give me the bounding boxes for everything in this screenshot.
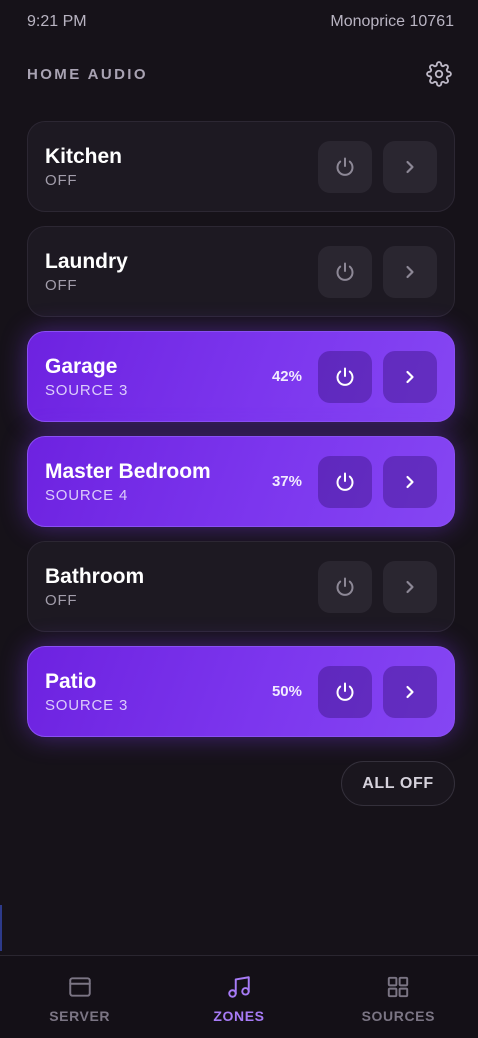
zone-status: OFF bbox=[45, 172, 78, 189]
chevron-right-icon bbox=[406, 265, 414, 278]
chevron-right-icon bbox=[406, 685, 414, 698]
power-icon bbox=[336, 367, 354, 386]
zone-name: Kitchen bbox=[45, 145, 123, 168]
zone-details-button[interactable] bbox=[383, 350, 437, 403]
zone-card-bathroom[interactable]: Bathroom OFF bbox=[27, 541, 455, 632]
power-icon bbox=[336, 157, 354, 176]
nav-label-zones: ZONES bbox=[213, 1008, 265, 1024]
zone-details-button[interactable] bbox=[383, 245, 437, 298]
power-button[interactable] bbox=[318, 560, 372, 613]
zone-details-button[interactable] bbox=[383, 665, 437, 718]
chevron-right-icon bbox=[406, 580, 414, 593]
nav-tab-sources[interactable]: SOURCES bbox=[319, 956, 478, 1038]
zone-details-button[interactable] bbox=[383, 455, 437, 508]
chevron-right-icon bbox=[406, 475, 414, 488]
power-button[interactable] bbox=[318, 245, 372, 298]
zone-name: Patio bbox=[45, 670, 97, 693]
app-root: 9:21 PM Monoprice 10761 HOME AUDIO Kitch… bbox=[0, 0, 478, 1038]
nav-tab-zones[interactable]: ZONES bbox=[159, 956, 318, 1038]
zone-list: Kitchen OFF Laundry OFF Garage SOURCE 3 … bbox=[27, 121, 455, 751]
zone-name: Laundry bbox=[45, 250, 128, 273]
zone-card-patio[interactable]: Patio SOURCE 3 50% bbox=[27, 646, 455, 737]
zone-status: SOURCE 3 bbox=[45, 382, 129, 399]
zone-card-laundry[interactable]: Laundry OFF bbox=[27, 226, 455, 317]
power-button[interactable] bbox=[318, 350, 372, 403]
settings-button[interactable] bbox=[424, 59, 454, 89]
nav-tab-server[interactable]: SERVER bbox=[0, 956, 159, 1038]
zone-status: OFF bbox=[45, 592, 78, 609]
power-icon bbox=[336, 577, 354, 596]
page-title: HOME AUDIO bbox=[27, 65, 148, 83]
status-time: 9:21 PM bbox=[27, 13, 87, 30]
grid-icon bbox=[388, 976, 409, 998]
zone-name: Garage bbox=[45, 355, 118, 378]
status-bar: 9:21 PM Monoprice 10761 bbox=[0, 0, 478, 44]
zone-name: Master Bedroom bbox=[45, 460, 211, 483]
header: HOME AUDIO bbox=[27, 56, 454, 92]
power-icon bbox=[336, 262, 354, 281]
gear-icon bbox=[426, 61, 452, 87]
zone-details-button[interactable] bbox=[383, 140, 437, 193]
all-off-button[interactable]: ALL OFF bbox=[341, 761, 455, 806]
nav-label-server: SERVER bbox=[49, 1008, 111, 1024]
zone-status: SOURCE 4 bbox=[45, 487, 129, 504]
power-button[interactable] bbox=[318, 140, 372, 193]
power-button[interactable] bbox=[318, 455, 372, 508]
chevron-right-icon bbox=[406, 370, 414, 383]
zone-card-garage[interactable]: Garage SOURCE 3 42% bbox=[27, 331, 455, 422]
zone-status: SOURCE 3 bbox=[45, 697, 129, 714]
chevron-right-icon bbox=[406, 160, 414, 173]
power-icon bbox=[336, 682, 354, 701]
zone-volume: 42% bbox=[271, 368, 302, 385]
server-name: Monoprice 10761 bbox=[330, 13, 454, 30]
zone-name: Bathroom bbox=[45, 565, 145, 588]
edge-indicator bbox=[0, 905, 2, 951]
bottom-nav: SERVER ZONES SOURCES bbox=[0, 955, 478, 1038]
music-note-icon bbox=[228, 976, 250, 998]
power-button[interactable] bbox=[318, 665, 372, 718]
window-icon bbox=[68, 977, 91, 997]
zone-volume: 50% bbox=[271, 683, 302, 700]
zone-card-master-bedroom[interactable]: Master Bedroom SOURCE 4 37% bbox=[27, 436, 455, 527]
zone-volume: 37% bbox=[271, 473, 302, 490]
zone-card-kitchen[interactable]: Kitchen OFF bbox=[27, 121, 455, 212]
power-icon bbox=[336, 472, 354, 491]
zone-details-button[interactable] bbox=[383, 560, 437, 613]
zone-status: OFF bbox=[45, 277, 78, 294]
nav-label-sources: SOURCES bbox=[361, 1008, 436, 1024]
